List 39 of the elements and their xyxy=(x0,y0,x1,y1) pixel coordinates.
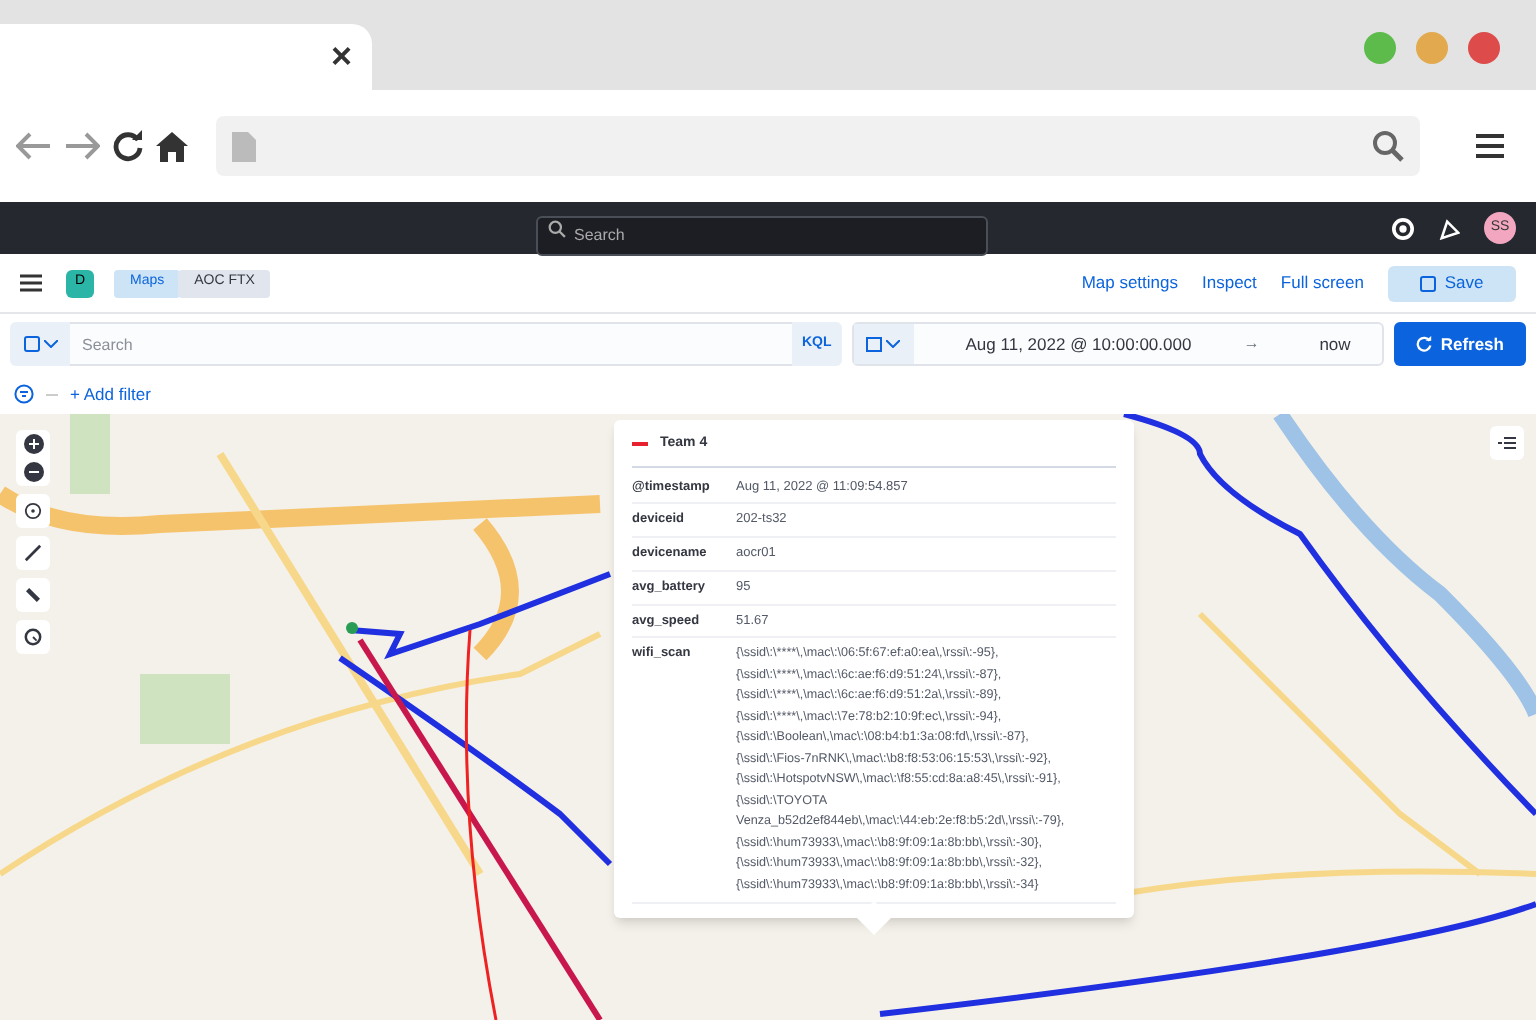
end-date[interactable]: now xyxy=(1319,331,1351,357)
caret-icon xyxy=(43,340,57,348)
toolbar-link[interactable]: Map settings xyxy=(1081,270,1179,296)
timer-icon[interactable] xyxy=(24,628,42,646)
zoom-in-icon[interactable] xyxy=(23,434,43,454)
caret-icon xyxy=(886,340,901,348)
file-icon xyxy=(232,131,256,161)
saved-query-button[interactable] xyxy=(10,322,70,366)
save-icon xyxy=(1420,275,1437,291)
close-icon[interactable]: × xyxy=(330,30,352,84)
forward-icon[interactable] xyxy=(64,132,100,160)
refresh-icon xyxy=(1416,336,1433,352)
toolbar-link[interactable]: Inspect xyxy=(1202,270,1257,296)
start-date[interactable]: Aug 11, 2022 @ 10:00:00.000 xyxy=(965,331,1192,357)
add-filter-link[interactable]: + Add filter xyxy=(70,381,151,407)
search-icon[interactable] xyxy=(1372,130,1404,162)
help-icon[interactable] xyxy=(1392,217,1414,239)
compass-icon[interactable] xyxy=(24,502,42,520)
zoom-out-icon[interactable] xyxy=(23,462,43,482)
save-button[interactable]: Save xyxy=(1388,265,1516,301)
calendar-icon xyxy=(866,336,883,352)
home-icon[interactable] xyxy=(156,131,188,161)
back-icon[interactable] xyxy=(16,132,52,160)
search-field[interactable]: Search xyxy=(536,215,988,255)
arrow: → xyxy=(1243,332,1260,356)
refresh-button[interactable]: Refresh xyxy=(1394,322,1526,366)
query-field[interactable]: Search xyxy=(70,322,792,366)
save-icon xyxy=(23,336,39,352)
reload-icon[interactable] xyxy=(112,130,144,162)
filter-icon[interactable] xyxy=(14,384,34,404)
browser-tab[interactable]: × xyxy=(0,24,372,90)
toolbar-link[interactable]: Full screen xyxy=(1280,270,1364,296)
menu-icon[interactable] xyxy=(20,274,42,292)
ruler-icon[interactable] xyxy=(24,544,42,562)
search-icon xyxy=(548,220,566,238)
date-picker-button[interactable] xyxy=(853,324,914,364)
window-button[interactable] xyxy=(1468,32,1500,64)
menu-icon[interactable] xyxy=(1476,134,1504,158)
legend-icon[interactable] xyxy=(1498,436,1516,450)
